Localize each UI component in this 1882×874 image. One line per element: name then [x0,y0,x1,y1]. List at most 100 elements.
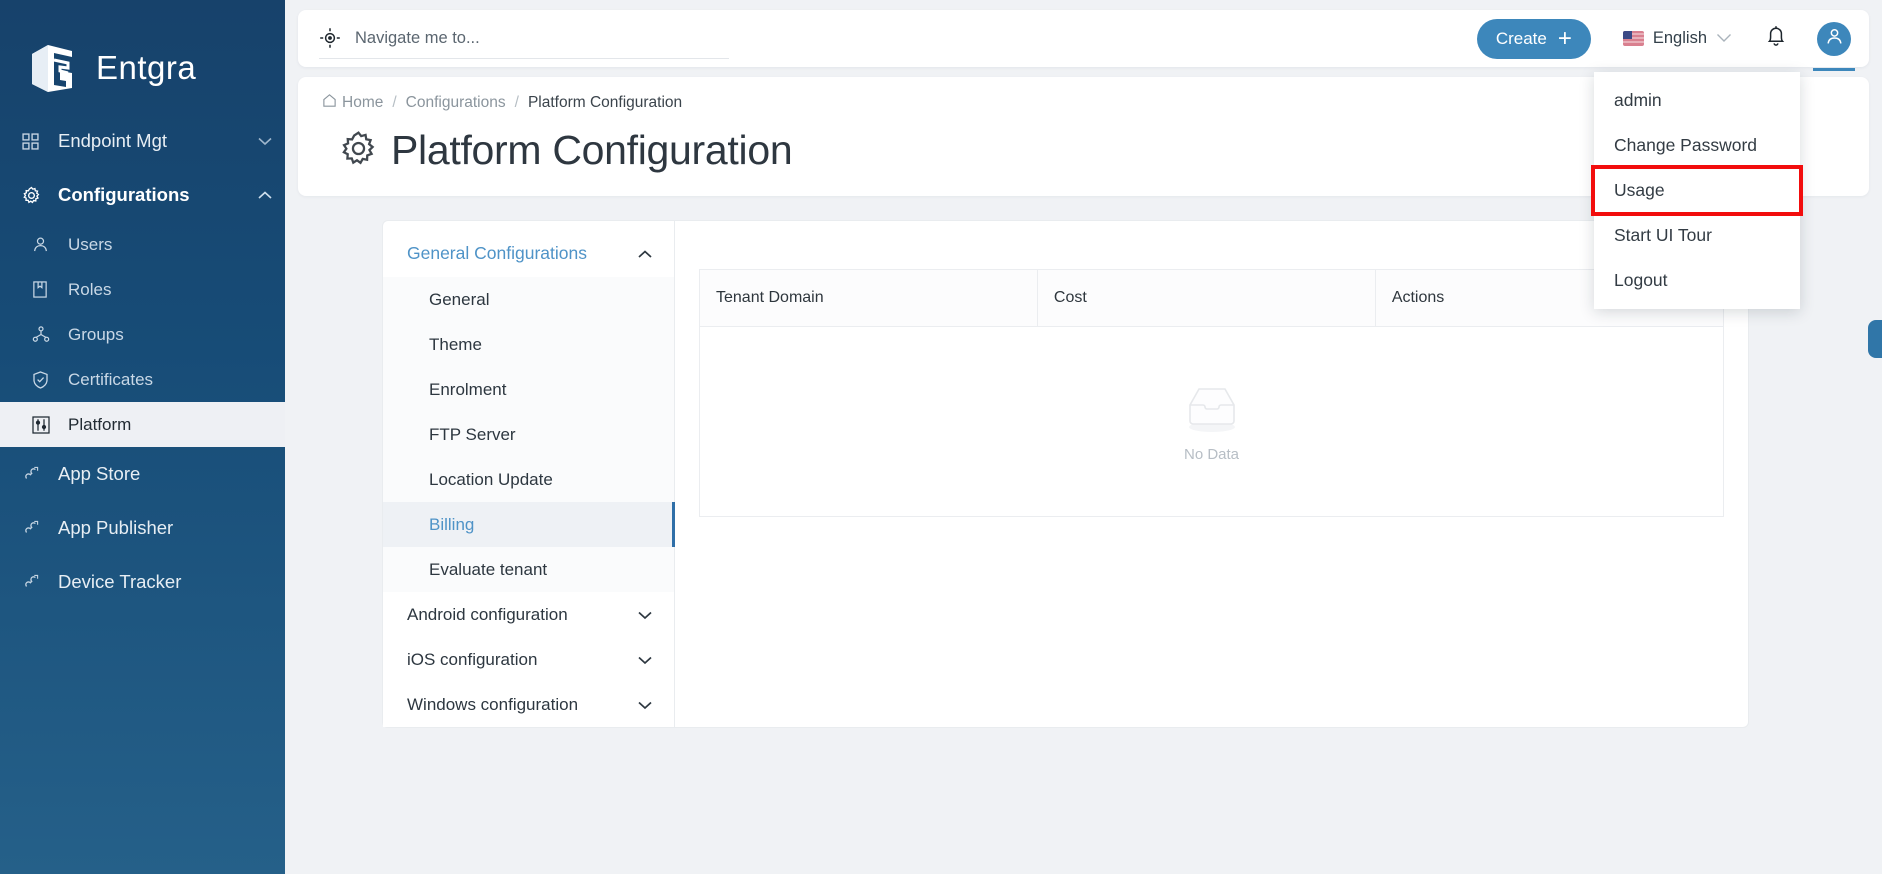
config-item-location-update[interactable]: Location Update [383,457,674,502]
config-group-label: iOS configuration [407,649,538,669]
language-selector[interactable]: English [1622,29,1732,48]
chevron-up-icon[interactable] [638,243,652,264]
empty-inbox-icon [1179,381,1245,442]
gear-icon [340,130,377,172]
chevron-down-icon[interactable] [638,650,652,670]
brand[interactable]: Entgra [0,0,285,110]
sidebar-nav: Endpoint Mgt Configurations Users Roles … [0,114,285,609]
entgra-cube-logo-icon [26,40,82,96]
chevron-down-icon[interactable] [1716,29,1732,48]
brand-name: Entgra [96,49,197,86]
config-item-label: Location Update [429,469,553,489]
link-icon [22,573,48,591]
chevron-down-icon[interactable] [245,137,285,146]
config-item-ftp-server[interactable]: FTP Server [383,412,674,457]
language-label: English [1652,29,1707,47]
config-item-enrolment[interactable]: Enrolment [383,367,674,412]
sidebar-item-endpoint-mgt[interactable]: Endpoint Mgt [0,114,285,168]
config-group-windows[interactable]: Windows configuration [383,682,674,727]
config-item-label: Theme [429,334,482,354]
billing-table-panel: Tenant Domain Cost Actions No Data [674,220,1749,728]
sidebar-item-label: Configurations [58,184,190,205]
sidebar: Entgra Endpoint Mgt Configurations Users… [0,0,285,874]
sidebar-item-certificates[interactable]: Certificates [0,357,285,402]
config-group-general-configurations[interactable]: General Configurations [383,229,674,277]
table-header: Tenant Domain Cost Actions [699,269,1724,327]
sidebar-item-roles[interactable]: Roles [0,267,285,312]
link-icon [22,465,48,483]
config-item-billing[interactable]: Billing [383,502,675,547]
menu-item-label: Usage [1614,180,1665,200]
menu-item-logout[interactable]: Logout [1594,258,1800,303]
app-root: Entgra Endpoint Mgt Configurations Users… [0,0,1882,874]
sidebar-item-label: App Publisher [58,517,174,538]
empty-state: No Data [700,381,1723,463]
search-input[interactable] [355,28,729,48]
table-empty-cell: No Data [700,327,1724,517]
sliders-icon [32,415,58,434]
config-item-label: Enrolment [429,379,507,399]
chevron-down-icon[interactable] [638,605,652,625]
menu-item-admin[interactable]: admin [1594,78,1800,123]
grid-icon [22,132,48,150]
breadcrumb-separator: / [392,94,397,111]
table-empty-row: No Data [700,327,1724,517]
breadcrumb-configurations[interactable]: Configurations [406,94,506,112]
config-group-label: Windows configuration [407,694,579,714]
book-icon [32,281,58,298]
sidebar-item-app-publisher[interactable]: App Publisher [0,501,285,555]
breadcrumb-home-label: Home [342,94,384,111]
column-cost: Cost [1037,269,1376,327]
topbar-actions: Create + English [1476,10,1869,71]
sidebar-item-label: Roles [68,279,112,299]
config-item-evaluate-tenant[interactable]: Evaluate tenant [383,547,674,592]
sidebar-item-app-store[interactable]: App Store [0,447,285,501]
config-group-label: General Configurations [407,242,587,263]
config-panel: General Configurations General Theme Enr… [382,220,675,728]
table-body: No Data [700,327,1724,517]
column-tenant-domain: Tenant Domain [699,269,1038,327]
sidebar-item-label: Certificates [68,369,154,389]
chevron-up-icon[interactable] [245,190,285,200]
config-item-label: Billing [429,514,475,534]
groups-icon [32,326,58,343]
chevron-down-icon[interactable] [638,695,652,715]
config-item-label: Evaluate tenant [429,559,548,579]
user-menu-dropdown: admin Change Password Usage Start UI Tou… [1591,72,1803,309]
notifications-button[interactable] [1765,24,1787,53]
config-item-general[interactable]: General [383,277,674,322]
sidebar-item-label: Groups [68,324,124,344]
link-icon [22,519,48,537]
breadcrumb-current: Platform Configuration [527,94,683,111]
gps-crosshair-icon [319,27,341,49]
menu-item-label: Change Password [1614,135,1757,155]
obscured-action-button[interactable] [1868,320,1882,358]
config-item-label: General [429,289,490,309]
navigate-search[interactable] [319,19,729,59]
sidebar-item-platform[interactable]: Platform [0,402,285,447]
config-item-theme[interactable]: Theme [383,322,674,367]
config-group-android[interactable]: Android configuration [383,592,674,637]
sidebar-item-label: Platform [68,414,132,434]
sidebar-item-label: Device Tracker [58,571,182,592]
home-icon [322,93,337,113]
user-icon [32,236,58,253]
create-button[interactable]: Create + [1476,18,1591,59]
user-avatar-button[interactable] [1813,21,1855,71]
user-avatar-icon [1825,27,1844,51]
sidebar-item-device-tracker[interactable]: Device Tracker [0,555,285,609]
sidebar-item-groups[interactable]: Groups [0,312,285,357]
sidebar-item-label: Users [68,234,113,254]
config-group-ios[interactable]: iOS configuration [383,637,674,682]
menu-item-label: Start UI Tour [1614,225,1712,245]
billing-table: Tenant Domain Cost Actions No Data [699,269,1724,517]
menu-item-change-password[interactable]: Change Password [1594,123,1800,168]
breadcrumb-home[interactable]: Home [322,93,383,113]
us-flag-icon [1622,31,1644,46]
sidebar-item-configurations[interactable]: Configurations [0,168,285,222]
notification-bell-icon [1765,24,1787,53]
create-button-label: Create [1495,28,1547,48]
menu-item-start-ui-tour[interactable]: Start UI Tour [1594,213,1800,258]
sidebar-item-users[interactable]: Users [0,222,285,267]
menu-item-usage[interactable]: Usage [1591,165,1803,216]
